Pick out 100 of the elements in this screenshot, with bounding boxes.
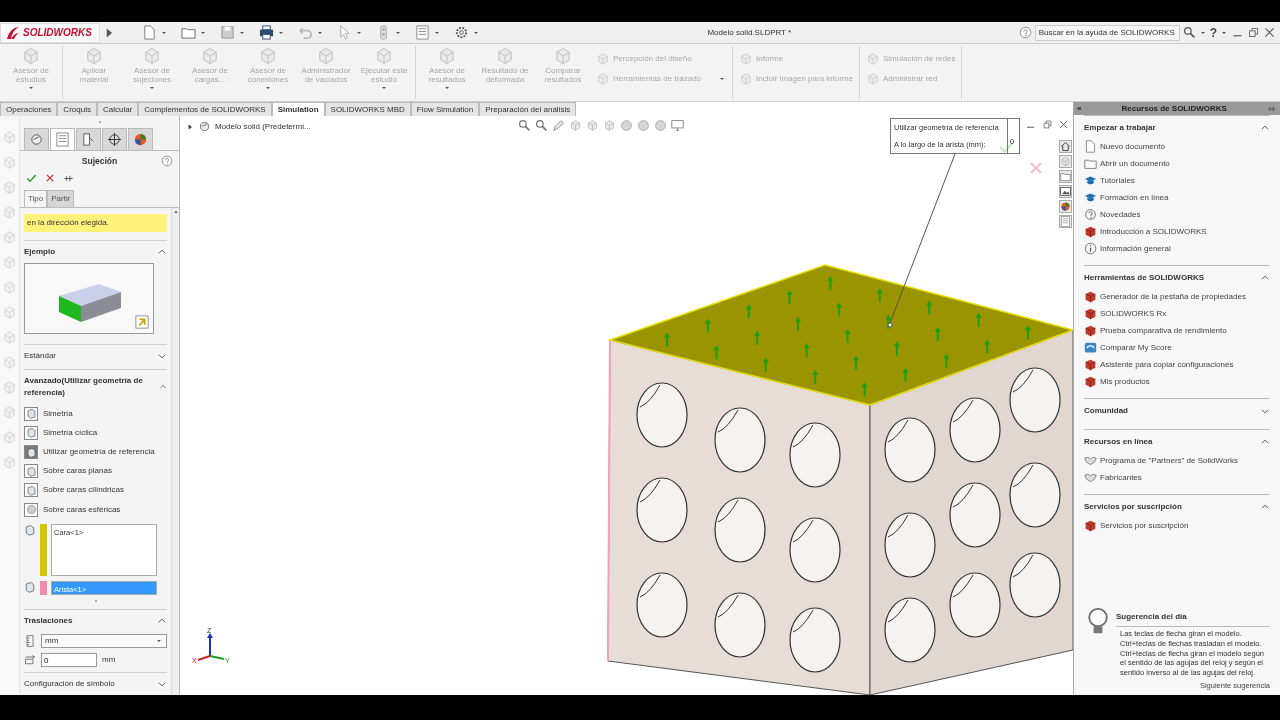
close-icon[interactable] xyxy=(1263,26,1276,39)
section-title[interactable]: Avanzado(Utilizar geometría de referencia) xyxy=(24,375,159,400)
chevron-up-icon[interactable] xyxy=(1260,273,1270,283)
collapse-button[interactable]: « xyxy=(1077,102,1082,115)
cap-icon xyxy=(1084,191,1097,204)
section-title[interactable]: Comunidad xyxy=(1084,405,1128,417)
home-icon[interactable] xyxy=(1059,140,1072,153)
resource-link[interactable]: Formación en línea xyxy=(1100,191,1169,204)
ribbon-tab[interactable]: SOLIDWORKS MBD xyxy=(324,102,411,116)
cancel-icon[interactable] xyxy=(45,173,55,183)
type-tab[interactable]: Partir xyxy=(47,190,75,207)
option-toggle[interactable] xyxy=(24,445,38,459)
section-title[interactable]: Empezar a trabajar xyxy=(1084,122,1156,134)
resource-link[interactable]: SOLIDWORKS Rx xyxy=(1100,307,1167,320)
ribbon-tab[interactable]: Complementos de SOLIDWORKS xyxy=(138,102,272,116)
section-title[interactable]: Traslaciones xyxy=(24,614,73,627)
expand-arrow-icon[interactable] xyxy=(186,122,194,131)
chevron-up-icon[interactable] xyxy=(1260,123,1270,133)
type-tab[interactable]: Tipo xyxy=(24,190,48,207)
resource-link[interactable]: Nuevo documento xyxy=(1100,140,1165,153)
cube-icon xyxy=(200,46,220,66)
search-icon[interactable] xyxy=(1182,26,1196,39)
chevron-up-icon[interactable] xyxy=(1260,502,1270,512)
monitor-icon[interactable] xyxy=(671,119,684,132)
unit-dropdown[interactable]: mm xyxy=(41,634,167,649)
tree-breadcrumb[interactable]: Modelo solid (Predetermi... xyxy=(215,120,311,133)
open-folder-icon[interactable] xyxy=(181,25,196,40)
cursor-icon[interactable] xyxy=(337,25,352,40)
resource-link[interactable]: Tutoriales xyxy=(1100,174,1135,187)
cube-icon xyxy=(596,52,610,66)
cube-icon xyxy=(553,46,573,66)
option-toggle[interactable] xyxy=(24,425,38,440)
manager-tab[interactable] xyxy=(76,128,101,150)
resource-link[interactable]: Comparar My Score xyxy=(1100,341,1172,354)
option-toggle[interactable] xyxy=(24,483,38,498)
ok-check-icon[interactable] xyxy=(998,138,1016,156)
document-title: Modelo solid.SLDPRT * xyxy=(706,26,793,39)
search-field[interactable]: Buscar en la ayuda de SOLIDWORKS xyxy=(1034,24,1180,41)
sphere-icon[interactable] xyxy=(637,119,650,132)
chevron-up-icon[interactable] xyxy=(157,247,167,257)
document-icon[interactable] xyxy=(142,25,157,40)
hint-message: en la dirección elegida. xyxy=(24,214,167,232)
option-label: Sobre caras esféricas xyxy=(43,503,121,516)
ribbon-tab[interactable]: Croquis xyxy=(57,102,97,116)
list-icon[interactable] xyxy=(415,25,430,40)
ribbon-tab[interactable]: Preparación del análisis xyxy=(479,102,577,116)
close-icon[interactable] xyxy=(1058,119,1069,130)
resource-link[interactable]: Novedades xyxy=(1100,208,1141,221)
help-icon[interactable] xyxy=(1018,26,1032,39)
option-toggle[interactable] xyxy=(24,406,38,421)
face-icon xyxy=(25,446,37,458)
chevron-down-icon[interactable] xyxy=(1260,406,1270,416)
printer-icon[interactable] xyxy=(259,25,274,40)
resource-link[interactable]: Fabricantes xyxy=(1100,471,1142,484)
pencil-icon[interactable] xyxy=(552,119,565,132)
chevron-up-icon[interactable] xyxy=(1260,437,1270,447)
sphere-icon[interactable] xyxy=(620,119,633,132)
manager-tab[interactable] xyxy=(128,128,153,150)
unit-label: mm xyxy=(102,654,116,667)
manager-tab[interactable] xyxy=(102,128,127,150)
resource-link[interactable]: Asistente para copiar configuraciones xyxy=(1100,358,1234,371)
section-title[interactable]: Estándar xyxy=(24,350,57,363)
ribbon-tab[interactable]: Flow Simulation xyxy=(410,102,480,116)
resource-link[interactable]: Información general xyxy=(1100,242,1171,255)
option-toggle[interactable] xyxy=(24,502,38,517)
ribbon-tab[interactable]: Simulation xyxy=(271,102,325,116)
resource-link[interactable]: Introducción a SOLIDWORKS xyxy=(1100,225,1207,238)
section-title[interactable]: Servicios por suscripción xyxy=(1084,501,1182,513)
magnifier-icon[interactable] xyxy=(518,119,531,132)
option-toggle[interactable] xyxy=(24,464,38,479)
handshake-icon xyxy=(1084,471,1097,484)
sphere-icon[interactable] xyxy=(654,119,667,132)
ribbon-tab[interactable]: Operaciones xyxy=(0,102,58,116)
restore-icon[interactable] xyxy=(1042,119,1053,130)
resource-link[interactable]: Prueba comparativa de rendimiento xyxy=(1100,324,1227,337)
resource-link[interactable]: Servicios por suscripción xyxy=(1100,519,1189,532)
section-title[interactable]: Herramientas de SOLIDWORKS xyxy=(1084,272,1205,284)
resource-link[interactable]: Mis productos xyxy=(1100,375,1150,388)
save-icon[interactable] xyxy=(220,25,235,40)
ribbon-tab[interactable]: Calcular xyxy=(96,102,139,116)
settings-icon[interactable] xyxy=(454,25,469,40)
resource-link[interactable]: Generador de la pestaña de propiedades xyxy=(1100,290,1246,303)
help-button[interactable]: ? xyxy=(1209,23,1217,42)
scrollbar[interactable] xyxy=(171,208,179,695)
color-ball-icon[interactable] xyxy=(1059,200,1072,213)
cube-icon xyxy=(84,46,104,66)
pin-icon[interactable] xyxy=(63,173,74,184)
resource-link[interactable]: Programa de "Partners" de SolidWorks xyxy=(1100,454,1239,467)
value-field[interactable]: 0 xyxy=(41,653,97,668)
magnifier-icon[interactable] xyxy=(535,119,548,132)
section-title[interactable]: Ejemplo xyxy=(24,246,56,258)
resource-link[interactable]: Abrir un documento xyxy=(1100,157,1170,170)
help-icon[interactable] xyxy=(161,155,173,167)
ok-check-icon[interactable] xyxy=(26,173,37,184)
section-title[interactable]: Recursos en línea xyxy=(1084,436,1153,448)
picture-icon[interactable] xyxy=(1059,185,1072,198)
open-folder-icon xyxy=(1084,157,1097,170)
restore-icon[interactable] xyxy=(1247,26,1260,39)
section-title[interactable]: Configuración de símbolo xyxy=(24,678,115,691)
cap-icon xyxy=(1084,174,1097,187)
